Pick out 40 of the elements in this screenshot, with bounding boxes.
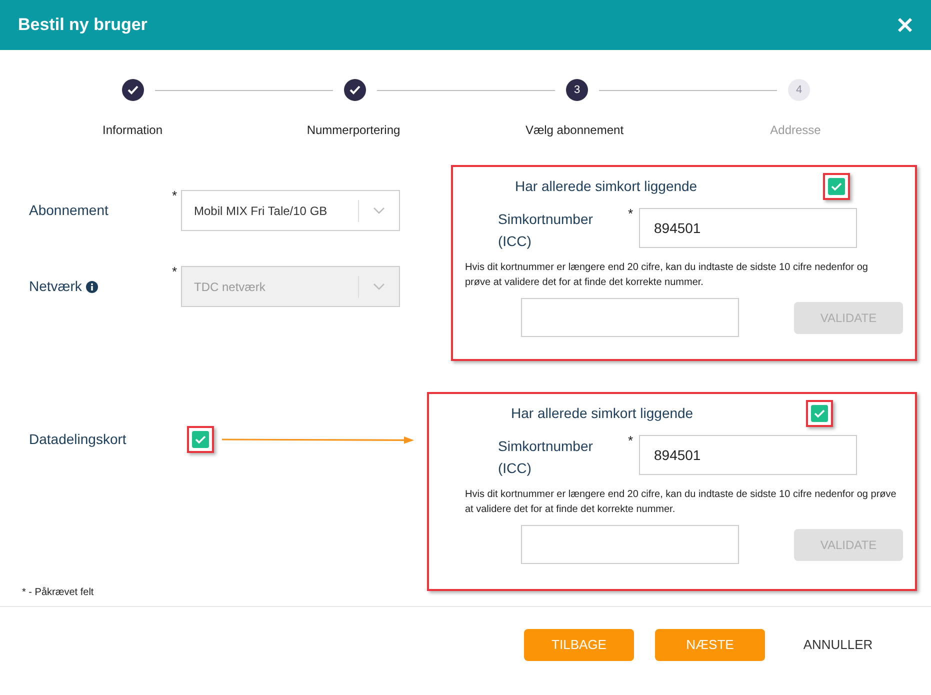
check-icon <box>195 435 206 444</box>
check-icon <box>349 85 361 95</box>
field-label: Netværk <box>29 277 82 296</box>
step-indicator: 3 <box>566 79 588 101</box>
step-label: Nummerportering <box>306 122 402 139</box>
action-button[interactable]: NÆSTE <box>655 629 765 661</box>
action-button[interactable]: TILBAGE <box>524 629 634 661</box>
step-label: Vælg abonnement <box>524 122 625 139</box>
help-text: Hvis dit kortnummer er længere end 20 cifre, kan du indtaste de sidste 10 cifre nedenfor og prøve at validere det for at finde det korrekte nummer. <box>465 261 869 290</box>
checkbox-label: Datadelingskort <box>29 430 128 449</box>
checkbox[interactable] <box>811 405 828 422</box>
input-field[interactable] <box>521 525 739 564</box>
close-icon[interactable] <box>897 17 913 33</box>
check-icon <box>127 85 139 95</box>
dialog-title: Bestil ny bruger <box>18 14 148 36</box>
required-mark: * <box>172 263 178 281</box>
field-label: Simkortnumber (ICC) <box>498 210 594 251</box>
input-field[interactable]: 894501 <box>639 208 857 248</box>
input-field[interactable] <box>521 298 739 337</box>
checkbox[interactable] <box>192 431 209 448</box>
required-mark: * <box>172 187 178 205</box>
field-label: Simkortnumber (ICC) <box>498 437 594 478</box>
step-label: Information <box>101 122 164 139</box>
checkbox-label: Har allerede simkort liggende <box>511 404 694 423</box>
chevron-icon <box>373 283 385 290</box>
checkbox-label: Har allerede simkort liggende <box>515 177 698 196</box>
check-icon <box>831 182 842 191</box>
required-mark: * <box>628 432 634 450</box>
select-dropdown[interactable]: Mobil MIX Fri Tale/10 GB <box>181 190 400 231</box>
input-field[interactable]: 894501 <box>639 435 857 475</box>
required-mark: * <box>628 205 634 223</box>
step-label: Addresse <box>769 122 822 139</box>
checkbox[interactable] <box>828 178 845 195</box>
step-indicator: 4 <box>788 79 810 101</box>
help-text: Hvis dit kortnummer er længere end 20 cifre, kan du indtaste de sidste 10 cifre nedenfor og prøve at validere det for at finde det korrekte nummer. <box>464 488 898 517</box>
required-note: * - Påkrævet felt <box>22 586 95 600</box>
field-label: Abonnement <box>29 201 108 220</box>
chevron-icon <box>373 207 385 214</box>
cancel-link[interactable]: ANNULLER <box>786 629 890 661</box>
check-icon <box>814 409 825 418</box>
